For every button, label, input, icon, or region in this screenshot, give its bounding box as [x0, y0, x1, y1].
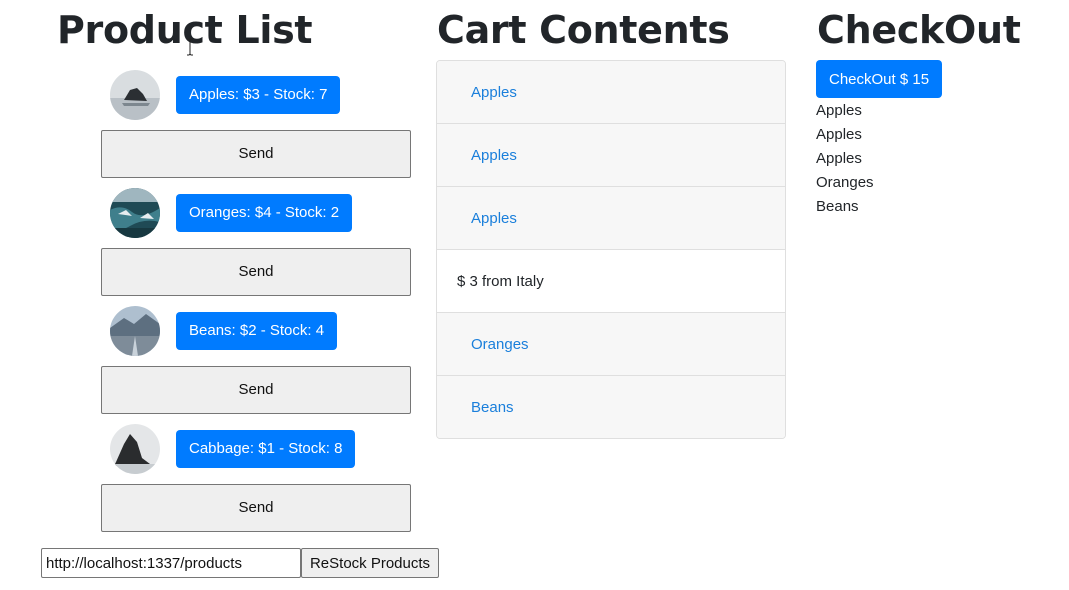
lake-rock-photo-icon: [110, 70, 160, 120]
mountain-road-photo-icon: [110, 306, 160, 356]
send-button[interactable]: Send: [101, 366, 411, 414]
cart-item: Apples: [437, 61, 785, 124]
product-badge[interactable]: Apples: $3 - Stock: 7: [176, 76, 341, 114]
coastal-rocks-photo-icon: [110, 188, 160, 238]
dark-rock-photo-icon: [110, 424, 160, 474]
text-cursor-icon: [187, 38, 193, 56]
product-row: Beans: $2 - Stock: 4: [110, 306, 430, 356]
product-row: Apples: $3 - Stock: 7: [110, 70, 430, 120]
checkout-item: Oranges: [816, 174, 874, 191]
cart-contents-heading: Cart Contents: [437, 8, 730, 52]
restock-button[interactable]: ReStock Products: [301, 548, 439, 578]
product-badge[interactable]: Cabbage: $1 - Stock: 8: [176, 430, 356, 468]
send-button[interactable]: Send: [101, 484, 411, 532]
cart-item: Beans: [437, 376, 785, 438]
cart-item-link[interactable]: Beans: [471, 376, 514, 438]
product-row: Oranges: $4 - Stock: 2: [110, 188, 430, 238]
cart-item: Apples: [437, 124, 785, 187]
cart-list: Apples Apples Apples $ 3 from Italy Oran…: [436, 60, 786, 439]
product-badge[interactable]: Beans: $2 - Stock: 4: [176, 312, 338, 350]
checkout-heading: CheckOut: [817, 8, 1021, 52]
send-button[interactable]: Send: [101, 248, 411, 296]
product-list-heading: Product List: [57, 8, 313, 52]
product-row: Cabbage: $1 - Stock: 8: [110, 424, 430, 474]
checkout-item: Apples: [816, 150, 862, 167]
cart-item-detail: $ 3 from Italy: [437, 250, 785, 313]
send-button[interactable]: Send: [101, 130, 411, 178]
cart-item: Apples: [437, 187, 785, 250]
restock-url-input[interactable]: [41, 548, 301, 578]
checkout-button[interactable]: CheckOut $ 15: [816, 60, 943, 98]
checkout-item: Apples: [816, 126, 862, 143]
cart-item-link[interactable]: Apples: [471, 187, 517, 250]
checkout-item: Beans: [816, 198, 859, 215]
cart-item-link[interactable]: Apples: [471, 124, 517, 187]
checkout-item-list: Apples Apples Apples Oranges Beans: [816, 99, 874, 219]
cart-item: Oranges: [437, 313, 785, 376]
cart-item-link[interactable]: Oranges: [471, 313, 529, 376]
checkout-item: Apples: [816, 102, 862, 119]
product-badge[interactable]: Oranges: $4 - Stock: 2: [176, 194, 353, 232]
cart-item-detail-text: $ 3 from Italy: [457, 273, 544, 290]
cart-item-link[interactable]: Apples: [471, 61, 517, 124]
